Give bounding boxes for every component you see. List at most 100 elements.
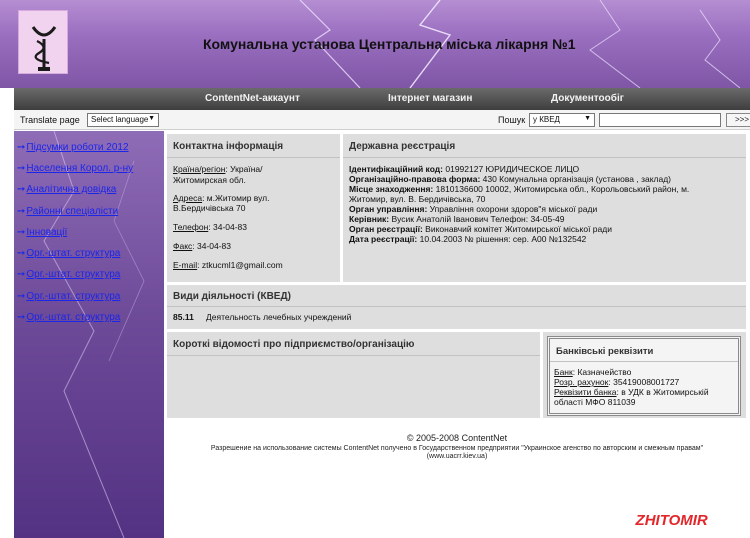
address-value-2: В.Бердичівська 70: [173, 203, 246, 213]
sidebar-item-label: Орг.-штат. структура: [26, 312, 121, 323]
search-scope-value: у КВЕД: [533, 115, 560, 124]
registrar-value: Виконавчий комітет Житомирської міської …: [422, 224, 612, 234]
address-label: Адреса: [173, 193, 203, 203]
location-line: Місце знаходження: 1810136600 10002, Жит…: [349, 184, 689, 194]
watermark: WWW.ZHITOMIR.INFO: [590, 512, 748, 529]
management-value: Управління охорони здоров"я міської ради: [427, 204, 598, 214]
activity-code: 85.11: [173, 312, 194, 322]
bank-line: Банк: Казначейство: [554, 367, 631, 377]
page-title: Комунальна установа Центральна міська лі…: [203, 36, 576, 52]
arrow-right-icon: ➙: [17, 291, 26, 302]
divider: [343, 157, 746, 158]
registration-title: Державна реєстрація: [349, 141, 456, 152]
form-line: Організаційно-правова форма: 430 Комунал…: [349, 174, 671, 184]
email-line: E-mail: ztkucml1@gmail.com: [173, 260, 283, 270]
bank-title: Банківські реквізити: [556, 346, 654, 357]
footer-link[interactable]: (www.uacrr.kiev.ua): [164, 453, 750, 460]
nav-document-flow[interactable]: Документообіг: [551, 93, 624, 104]
search-button[interactable]: >>>: [726, 113, 750, 127]
footer-copyright: © 2005-2008 ContentNet: [406, 433, 508, 443]
date-line: Дата реєстрації: 10.04.2003 № рішення: с…: [349, 234, 586, 244]
address-line: Адреса: м.Житомир вул.: [173, 193, 270, 203]
medical-snake-bowl-icon: [31, 26, 57, 71]
arrow-right-icon: ➙: [17, 142, 26, 153]
search-input[interactable]: [599, 113, 721, 127]
sidebar-item-structure-1[interactable]: ➙Орг.-штат. структура: [17, 248, 120, 259]
sidebar-item-population[interactable]: ➙Населення Корол. р-ну: [17, 163, 133, 174]
toolbar: Translate page Select language ▼ Пошук у…: [14, 110, 750, 130]
arrow-right-icon: ➙: [17, 312, 26, 323]
bank-value: : Казначейство: [572, 367, 632, 377]
phone-value: : 34-04-83: [208, 222, 248, 232]
chevron-down-icon: ▼: [584, 115, 591, 122]
summary-title: Короткі відомості про підприємство/орган…: [173, 339, 415, 350]
arrow-right-icon: ➙: [17, 248, 26, 259]
region-line: Країна/регіон: Україна/: [173, 164, 262, 174]
site-logo[interactable]: [18, 10, 68, 74]
phone-line: Телефон: 34-04-83: [173, 222, 247, 232]
sidebar-item-label: Орг.-штат. структура: [26, 291, 121, 302]
top-navigation: ContentNet-аккаунт Інтернет магазин Доку…: [14, 88, 750, 110]
bank-details-line: Реквізити банка: в УДК в Житомирській: [554, 387, 709, 397]
translate-label: Translate page: [20, 115, 80, 125]
address-value: : м.Житомир вул.: [202, 193, 270, 203]
divider: [167, 306, 746, 307]
sidebar-item-label: Орг.-штат. структура: [26, 269, 121, 280]
contact-panel: Контактна інформація Країна/регіон: Укра…: [167, 134, 340, 282]
form-label: Організаційно-правова форма:: [349, 174, 481, 184]
bank-label: Банк: [554, 367, 573, 377]
sidebar-item-label: Аналітична довідка: [26, 184, 117, 195]
head-line: Керівник: Вусик Анатолій Іванович Телефо…: [349, 214, 565, 224]
watermark-suffix: .INFO: [707, 512, 748, 529]
account-label: Розр. рахунок: [554, 377, 609, 387]
phone-label: Телефон: [173, 222, 209, 232]
chevron-down-icon: ▼: [148, 115, 155, 122]
sidebar-item-results-2012[interactable]: ➙Підсумки роботи 2012: [17, 142, 129, 153]
account-value: : 35419008001727: [608, 377, 680, 387]
watermark-name: ZHITOMIR: [635, 512, 708, 529]
sidebar-item-structure-4[interactable]: ➙Орг.-штат. структура: [17, 312, 120, 323]
sidebar: ➙Підсумки роботи 2012 ➙Населення Корол. …: [14, 131, 164, 538]
footer-permission: Разрешение на использование системы Cont…: [210, 445, 704, 452]
language-select[interactable]: Select language ▼: [87, 113, 159, 127]
bank-details-line-2: області МФО 811039: [554, 397, 636, 407]
sidebar-item-structure-2[interactable]: ➙Орг.-штат. структура: [17, 269, 120, 280]
form-value: 430 Комунальна організація (установа , з…: [480, 174, 671, 184]
arrow-right-icon: ➙: [17, 206, 26, 217]
management-label: Орган управління:: [349, 204, 428, 214]
id-value: 01992127 ЮРИДИЧЕСКОЕ ЛИЦО: [443, 164, 580, 174]
account-line: Розр. рахунок: 35419008001727: [554, 377, 679, 387]
email-label[interactable]: E-mail: [173, 260, 197, 270]
nav-contentnet-account[interactable]: ContentNet-аккаунт: [205, 93, 300, 104]
sidebar-item-specialists[interactable]: ➙Районні спеціалісти: [17, 206, 118, 217]
arrow-right-icon: ➙: [17, 163, 26, 174]
sidebar-item-structure-3[interactable]: ➙Орг.-штат. структура: [17, 291, 120, 302]
region-value: : Україна/: [225, 164, 263, 174]
nav-internet-shop[interactable]: Інтернет магазин: [388, 93, 472, 104]
sidebar-item-analytics[interactable]: ➙Аналітична довідка: [17, 184, 116, 195]
sidebar-item-innovations[interactable]: ➙Інновації: [17, 227, 67, 238]
activities-panel: Види діяльності (КВЕД) 85.11 Деятельност…: [167, 285, 746, 329]
sidebar-item-label: Орг.-штат. структура: [26, 248, 121, 259]
bank-panel: Банківські реквізити Банк: Казначейство …: [547, 336, 741, 416]
fax-label: Факс: [173, 241, 193, 251]
divider: [167, 355, 540, 356]
date-value: 10.04.2003 № рішення: сер. А00 №132542: [417, 234, 587, 244]
registrar-label: Орган реєстрації:: [349, 224, 423, 234]
main-content: Контактна інформація Країна/регіон: Укра…: [164, 131, 750, 538]
activity-description: Деятельность лечебных учреждений: [206, 312, 352, 322]
date-label: Дата реєстрації:: [349, 234, 418, 244]
arrow-right-icon: ➙: [17, 269, 26, 280]
arrow-right-icon: ➙: [17, 227, 26, 238]
language-select-value: Select language: [91, 115, 149, 124]
registrar-line: Орган реєстрації: Виконавчий комітет Жит…: [349, 224, 612, 234]
divider: [167, 157, 340, 158]
id-line: Ідентифікаційний код: 01992127 ЮРИДИЧЕСК…: [349, 164, 579, 174]
search-scope-select[interactable]: у КВЕД ▼: [529, 113, 595, 127]
arrow-right-icon: ➙: [17, 184, 26, 195]
head-label: Керівник:: [349, 214, 390, 224]
search-label: Пошук: [498, 115, 526, 125]
bank-details-value: : в УДК в Житомирській: [616, 387, 709, 397]
bank-details-label: Реквізити банка: [554, 387, 617, 397]
contact-title: Контактна інформація: [173, 141, 284, 152]
